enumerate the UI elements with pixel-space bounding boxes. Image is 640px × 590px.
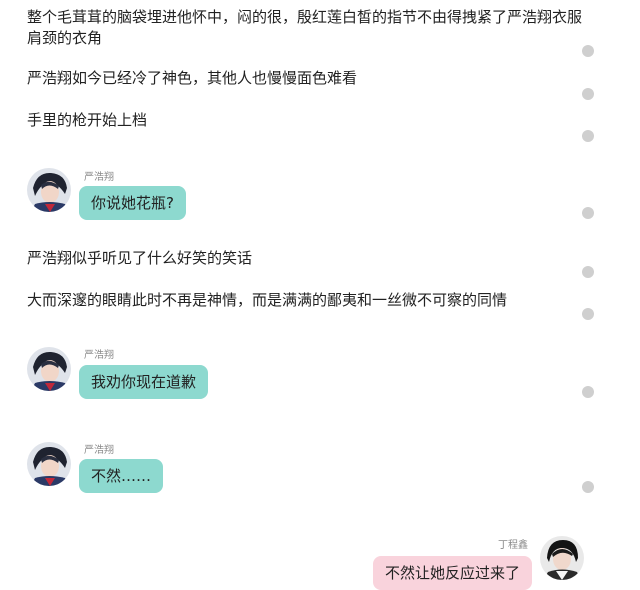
speaker-name: 严浩翔	[84, 172, 114, 183]
chat-bubble[interactable]: 你说她花瓶?	[79, 186, 186, 220]
speaker-name: 严浩翔	[84, 350, 114, 361]
narration-paragraph-5: 大而深邃的眼睛此时不再是神情，而是满满的鄙夷和一丝微不可察的同情	[27, 291, 508, 309]
narration-paragraph-4: 严浩翔似乎听见了什么好笑的笑话	[27, 249, 253, 267]
chat-bubble[interactable]: 不然……	[79, 459, 164, 493]
status-dot	[582, 481, 594, 493]
status-dot	[582, 266, 594, 278]
avatar-yan-haoxiang[interactable]	[27, 347, 71, 391]
status-dot	[582, 386, 594, 398]
status-dot	[582, 130, 594, 142]
status-dot	[582, 88, 594, 100]
avatar-portrait-icon	[27, 442, 71, 486]
avatar-ding-chengxin[interactable]	[540, 536, 584, 580]
chat-bubble[interactable]: 不然让她反应过来了	[372, 556, 532, 590]
status-dot	[582, 308, 594, 320]
chat-bubble[interactable]: 我劝你现在道歉	[79, 365, 209, 399]
speaker-name: 严浩翔	[84, 445, 114, 456]
status-dot	[582, 207, 594, 219]
narration-paragraph-1: 整个毛茸茸的脑袋埋进他怀中，闷的很，殷红莲白皙的指节不由得拽紧了严浩翔衣服肩颈的…	[27, 8, 583, 47]
status-dot	[582, 45, 594, 57]
avatar-yan-haoxiang[interactable]	[27, 168, 71, 212]
speaker-name: 丁程鑫	[498, 540, 528, 551]
narration-paragraph-2: 严浩翔如今已经冷了神色，其他人也慢慢面色难看	[27, 69, 358, 87]
avatar-yan-haoxiang[interactable]	[27, 442, 71, 486]
avatar-portrait-icon	[540, 536, 584, 580]
narration-paragraph-3: 手里的枪开始上档	[27, 111, 148, 129]
avatar-portrait-icon	[27, 347, 71, 391]
avatar-portrait-icon	[27, 168, 71, 212]
